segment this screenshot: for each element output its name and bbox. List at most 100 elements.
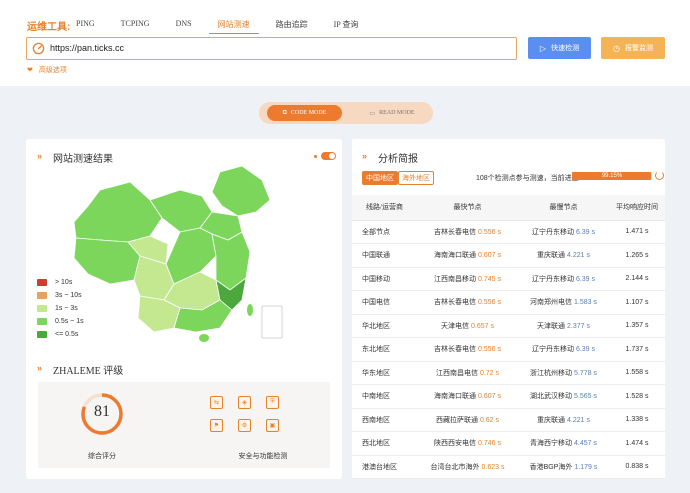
fastest-time: 0.607 s [478, 393, 501, 401]
slowest-cell: 辽宁丹东移动 6.39 s [518, 220, 609, 244]
fastest-time: 0.72 s [479, 369, 500, 377]
fastest-time: 0.62 s [479, 416, 500, 424]
fastest-cell: 江西南昌电信 0.72 s [417, 361, 518, 385]
table-row: 中国移动 江西南昌移动 0.745 s 辽宁丹东移动 6.39 s 2.144 s [352, 267, 665, 291]
map-toggle[interactable] [321, 152, 336, 160]
table-row: 西北地区 陕西西安电信 0.746 s 青海西宁移动 4.457 s 1.474 s [352, 431, 665, 456]
score-value: 81 [94, 403, 110, 420]
analysis-table: 线路/运营商 最快节点 最慢节点 平均响应时间 全部节点 吉林长春电信 0.556 … [352, 195, 665, 479]
chevron-right-icon: » [37, 151, 42, 161]
slowest-node: 辽宁丹东移动 [531, 228, 574, 236]
map-region-northwest [73, 181, 163, 243]
cdn-icon: ◈ [238, 396, 251, 409]
filter-china-button[interactable]: 中国地区 [362, 171, 398, 185]
legend-item: 0.5s ~ 1s [37, 318, 84, 325]
slowest-node: 湖北武汉移动 [530, 393, 573, 401]
alarm-monitor-button[interactable]: ◷ 报警监测 [601, 37, 665, 59]
fastest-node: 江西南昌电信 [435, 369, 478, 377]
legend-item: 3s ~ 10s [37, 292, 82, 299]
fastest-time: 0.657 s [471, 322, 494, 330]
fastest-time: 0.556 s [478, 228, 501, 236]
slowest-cell: 重庆联通 4.221 s [518, 243, 609, 268]
table-row: 中国联通 海南海口联通 0.607 s 重庆联通 4.221 s 1.265 s [352, 243, 665, 268]
slowest-node: 浙江杭州移动 [530, 369, 573, 377]
table-row: 华北地区 天津电信 0.657 s 天津联通 2.377 s 1.357 s [352, 314, 665, 338]
slowest-time: 6.39 s [575, 228, 596, 236]
slowest-node: 辽宁丹东移动 [531, 346, 574, 354]
rating-box: 81 综合评分 ⇆ ◈ ⛨ ⚑ ⚙ ▣ 安全与功能检测 [38, 382, 330, 468]
fastest-cell: 吉林长春电信 0.556 s [417, 337, 518, 362]
tab-dns[interactable]: DNS [167, 16, 201, 34]
slowest-time: 4.457 s [574, 440, 597, 448]
table-row: 西南地区 西藏拉萨联通 0.62 s 重庆联通 4.221 s 1.338 s [352, 408, 665, 432]
legend-label: 1s ~ 3s [55, 305, 78, 312]
slowest-node: 天津联通 [537, 322, 566, 330]
analysis-title: 分析简报 [378, 154, 418, 165]
legend-swatch [37, 292, 47, 299]
average-cell: 1.528 s [609, 384, 665, 409]
slowest-cell: 重庆联通 4.221 s [518, 408, 609, 432]
code-mode-label: CODE MODE [290, 110, 327, 116]
fastest-time: 0.607 s [478, 252, 501, 260]
legend-label: <= 0.5s [55, 331, 79, 338]
average-cell: 1.357 s [609, 314, 665, 338]
fastest-node: 吉林长春电信 [434, 228, 477, 236]
line-cell: 华东地区 [352, 361, 417, 385]
legend-item: > 10s [37, 279, 72, 286]
fastest-cell: 海南海口联通 0.607 s [417, 384, 518, 409]
url-input[interactable] [50, 43, 490, 53]
tab-ip-lookup[interactable]: IP 查询 [325, 16, 368, 34]
fastest-cell: 江西南昌移动 0.745 s [417, 267, 518, 291]
slowest-time: 5.565 s [574, 393, 597, 401]
slowest-cell: 辽宁丹东移动 6.39 s [518, 267, 609, 291]
line-cell: 西北地区 [352, 431, 417, 456]
heart-icon: ❤ [27, 67, 33, 74]
chevron-right-icon: » [362, 151, 367, 161]
slowest-time: 6.39 s [575, 275, 596, 283]
https-icon: ⇆ [210, 396, 223, 409]
line-cell: 中国联通 [352, 243, 417, 268]
ipv6-icon: ⚑ [210, 419, 223, 432]
clock-icon: ◷ [613, 43, 620, 53]
fastest-cell: 天津电信 0.657 s [417, 314, 518, 338]
china-map [73, 165, 283, 342]
quick-check-button[interactable]: ▷ 快速检测 [528, 37, 591, 59]
filter-overseas-button[interactable]: 海外地区 [398, 171, 434, 185]
line-cell: 西南地区 [352, 408, 417, 432]
shield-icon: ⛨ [266, 396, 279, 409]
alarm-monitor-label: 报警监测 [624, 45, 653, 52]
read-mode-button[interactable]: ▭ READ MODE [357, 105, 427, 121]
tab-traceroute[interactable]: 路由追踪 [267, 16, 317, 34]
table-row: 全部节点 吉林长春电信 0.556 s 辽宁丹东移动 6.39 s 1.471 s [352, 220, 665, 244]
fastest-node: 陕西西安电信 [434, 440, 477, 448]
advanced-options-toggle[interactable]: ❤ 高级选项 [27, 65, 67, 75]
map-region-taiwan [247, 304, 253, 316]
play-icon: ▷ [539, 43, 547, 53]
slowest-node: 辽宁丹东移动 [531, 275, 574, 283]
average-cell: 1.471 s [609, 220, 665, 244]
image-icon: ▣ [266, 419, 279, 432]
chat-icon: ▭ [369, 110, 376, 117]
average-cell: 2.144 s [609, 267, 665, 291]
average-cell: 1.737 s [609, 337, 665, 362]
slowest-time: 1.583 s [574, 299, 597, 307]
slowest-node: 重庆联通 [537, 416, 566, 424]
slowest-cell: 辽宁丹东移动 6.39 s [518, 337, 609, 362]
read-mode-label: READ MODE [379, 110, 415, 116]
table-row: 中南地区 海南海口联通 0.607 s 湖北武汉移动 5.565 s 1.528 s [352, 384, 665, 409]
http2-icon: ⚙ [238, 419, 251, 432]
tab-ping[interactable]: PING [67, 16, 104, 34]
tab-website-speed[interactable]: 网站测速 [208, 16, 259, 34]
line-cell: 中南地区 [352, 384, 417, 409]
code-mode-button[interactable]: ⧉ CODE MODE [267, 105, 342, 121]
fastest-time: 0.623 s [481, 463, 505, 471]
column-header: 线路/运营商 [352, 195, 417, 221]
fastest-node: 海南海口联通 [434, 252, 477, 260]
legend-label: 0.5s ~ 1s [55, 318, 84, 325]
average-cell: 1.338 s [609, 408, 665, 432]
column-header: 平均响应时间 [609, 195, 665, 221]
slowest-node: 青海西宁移动 [530, 440, 573, 448]
tab-tcping[interactable]: TCPING [112, 16, 159, 34]
fastest-node: 西藏拉萨联通 [435, 416, 478, 424]
line-cell: 东北地区 [352, 337, 417, 362]
